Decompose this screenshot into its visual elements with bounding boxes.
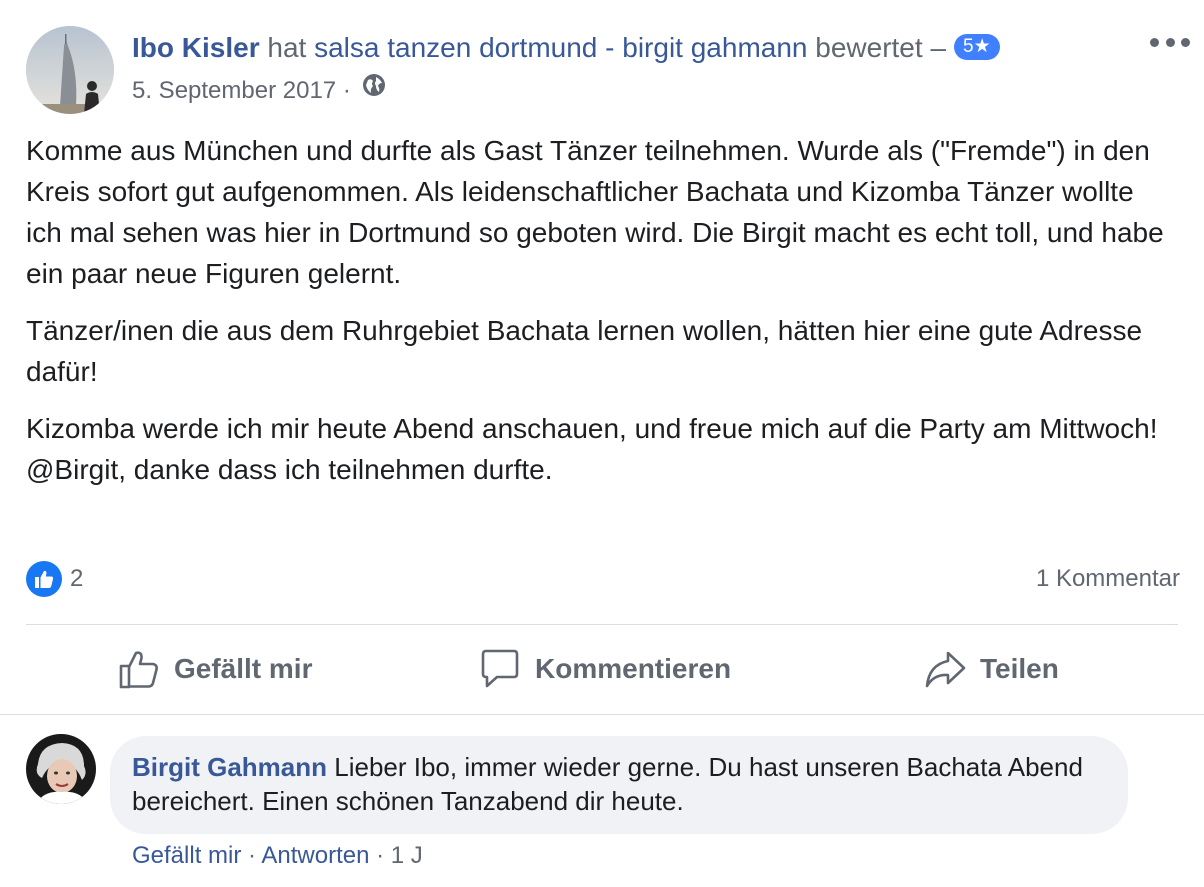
speech-bubble-icon [481, 649, 519, 688]
post-date[interactable]: 5. September 2017 [132, 77, 336, 104]
post-line: @Birgit, danke dass ich teilnehmen durft… [26, 454, 553, 485]
meta-separator: · [342, 76, 351, 104]
commenter-avatar[interactable] [26, 734, 96, 804]
share-button-label: Teilen [980, 653, 1059, 684]
more-dot [1165, 37, 1175, 47]
thumbs-up-icon [119, 651, 158, 689]
author-avatar[interactable] [26, 26, 114, 114]
comment-author-link[interactable]: Birgit Gahmann [132, 752, 327, 782]
header-action-text: hat [267, 32, 307, 63]
comment-like-link[interactable]: Gefällt mir [132, 842, 241, 869]
more-options-icon[interactable] [1150, 32, 1190, 52]
review-post: Ibo Kisler hat salsa tanzen dortmund - b… [0, 0, 1204, 887]
comment-button[interactable]: Kommentieren [479, 644, 731, 694]
author-photo [26, 26, 114, 114]
more-dot [1150, 37, 1159, 47]
post-body: Komme aus München und durfte als Gast Tä… [26, 130, 1176, 506]
comment-actions: Gefällt mir · Antworten · 1 J [132, 840, 423, 872]
divider [0, 714, 1204, 715]
post-line: Kizomba werde ich mir heute Abend anscha… [26, 413, 1158, 444]
commenter-photo [26, 734, 96, 804]
post-paragraph: Tänzer/inen die aus dem Ruhrgebiet Bacha… [26, 315, 1143, 387]
comment-age[interactable]: 1 J [391, 842, 423, 869]
post-paragraph: Kizomba werde ich mir heute Abend anscha… [26, 408, 1176, 490]
globe-icon[interactable] [361, 72, 387, 107]
share-arrow-icon [925, 651, 966, 688]
like-reaction-icon[interactable] [26, 561, 62, 597]
divider [26, 624, 1178, 625]
header-action-suffix: bewertet – [815, 32, 947, 63]
comment-reply-link[interactable]: Antworten [261, 842, 369, 869]
like-count[interactable]: 2 [70, 563, 83, 595]
share-button[interactable]: Teilen [924, 644, 1059, 694]
page-link[interactable]: salsa tanzen dortmund - birgit gahmann [314, 32, 807, 63]
comment-button-label: Kommentieren [535, 653, 732, 684]
author-link[interactable]: Ibo Kisler [132, 32, 260, 63]
post-meta: 5. September 2017 · [132, 74, 387, 109]
comment-bubble: Birgit Gahmann Lieber Ibo, immer wieder … [110, 736, 1128, 834]
post-header: Ibo Kisler hat salsa tanzen dortmund - b… [132, 30, 1000, 66]
comment-count[interactable]: 1 Kommentar [1036, 563, 1180, 595]
more-dot [1181, 37, 1190, 47]
rating-badge: 5★ [954, 33, 1000, 60]
comment-separator: · [376, 842, 385, 869]
comment-separator: · [248, 842, 257, 869]
like-button[interactable]: Gefällt mir [118, 644, 312, 694]
like-button-label: Gefällt mir [174, 653, 313, 684]
post-paragraph: Komme aus München und durfte als Gast Tä… [26, 135, 1164, 289]
